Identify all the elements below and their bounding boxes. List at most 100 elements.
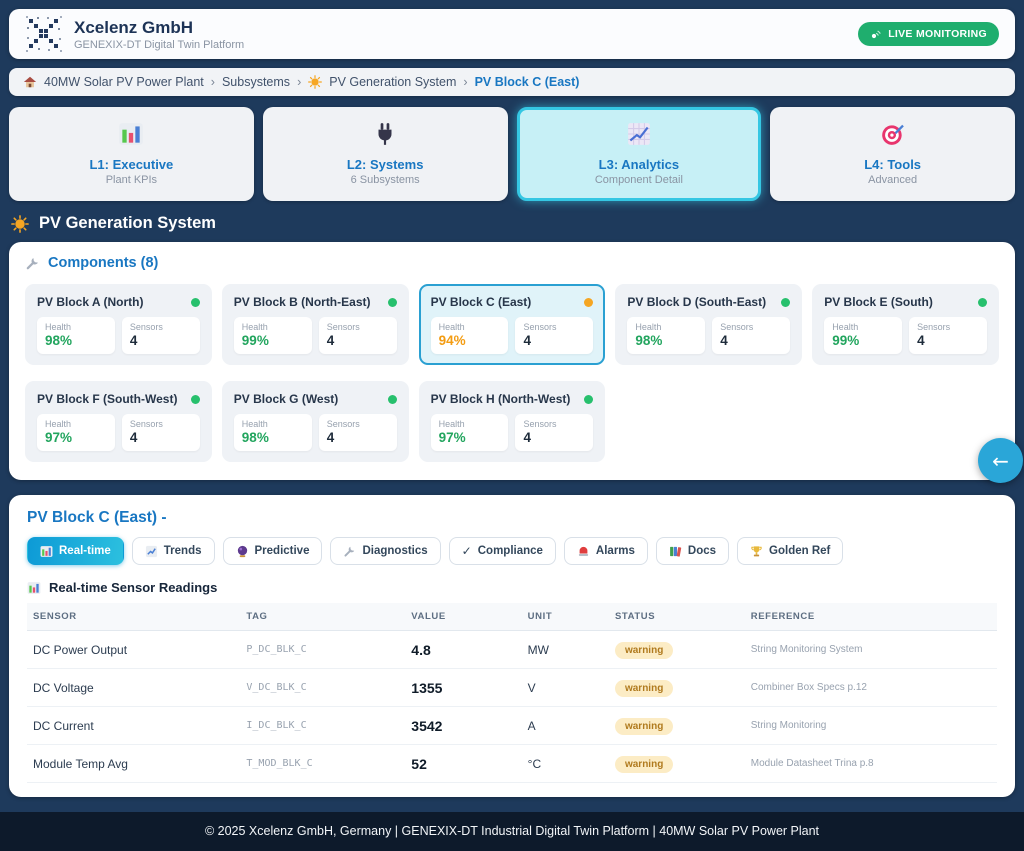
- books-icon: [670, 546, 682, 557]
- health-value: 98%: [241, 430, 269, 445]
- component-card-pv-block-h[interactable]: PV Block H (North-West) Health 97% Sensor…: [418, 381, 606, 462]
- breadcrumb-item-pv-generation[interactable]: PV Generation System: [329, 75, 456, 89]
- tab-compliance[interactable]: ✓ Compliance: [448, 537, 556, 565]
- sensor-name: DC Voltage: [27, 668, 241, 707]
- platform-subtitle: GENEXIX-DT Digital Twin Platform: [74, 38, 245, 51]
- sensors-value: 4: [720, 333, 728, 348]
- health-stat: Health 99%: [233, 317, 312, 354]
- health-label: Health: [241, 322, 268, 332]
- brand-text: Xcelenz GmbH GENEXIX-DT Digital Twin Pla…: [74, 18, 244, 51]
- status-badge: warning: [614, 680, 674, 697]
- back-button[interactable]: ←: [978, 438, 1023, 483]
- sensors-value: 4: [917, 333, 925, 348]
- sensor-readings-table: SENSOR TAG VALUE UNIT STATUS REFERENCE D…: [27, 603, 997, 783]
- plug-icon: [378, 123, 392, 145]
- health-stat: Health 99%: [824, 317, 903, 354]
- component-name: PV Block F (South-West): [37, 392, 178, 406]
- breadcrumb: 40MW Solar PV Power Plant › Subsystems ›…: [9, 68, 1015, 96]
- tab-sublabel: Plant KPIs: [105, 174, 158, 186]
- sensor-tag: V_DC_BLK_C: [240, 668, 406, 707]
- components-title: Components (8): [48, 255, 159, 271]
- sensor-tag: P_DC_BLK_C: [240, 630, 406, 669]
- tab-alarms[interactable]: Alarms: [563, 537, 648, 565]
- health-stat: Health 94%: [430, 317, 509, 354]
- tab-label: Alarms: [595, 545, 635, 557]
- tab-diagnostics[interactable]: Diagnostics: [330, 537, 441, 565]
- sensor-unit: A: [521, 706, 609, 745]
- components-title-row: Components (8): [25, 255, 999, 271]
- component-card-pv-block-f[interactable]: PV Block F (South-West) Health 97% Sensor…: [25, 381, 212, 462]
- footer: © 2025 Xcelenz GmbH, Germany | GENEXIX-D…: [0, 812, 1024, 851]
- health-value: 94%: [438, 333, 466, 348]
- tab-l4-tools[interactable]: L4: Tools Advanced: [770, 107, 1015, 201]
- company-logo-icon: [26, 16, 62, 52]
- sensor-tag: I_DC_BLK_C: [240, 706, 406, 745]
- health-label: Health: [635, 322, 662, 332]
- sensors-value: 4: [326, 430, 335, 445]
- component-card-pv-block-c[interactable]: PV Block C (East) Health 94% Sensors 4: [418, 284, 606, 365]
- level-tabs: L1: Executive Plant KPIs L2: Systems 6 S…: [9, 107, 1015, 201]
- breadcrumb-separator: ›: [210, 75, 215, 89]
- sensors-stat: Sensors 4: [318, 317, 397, 354]
- breadcrumb-item-subsystems[interactable]: Subsystems: [222, 75, 290, 89]
- bar-chart-icon: [119, 123, 144, 145]
- sensors-stat: Sensors 4: [909, 317, 987, 354]
- sensor-name: DC Power Output: [27, 630, 241, 669]
- tab-l1-executive[interactable]: L1: Executive Plant KPIs: [9, 107, 254, 201]
- component-card-pv-block-g[interactable]: PV Block G (West) Health 98% Sensors 4: [221, 381, 409, 462]
- health-label: Health: [45, 419, 72, 429]
- chart-increasing-icon: [145, 545, 157, 557]
- detail-tabs: Real-time Trends Predictive Diagnostics …: [27, 537, 997, 565]
- left-arrow-icon: ←: [992, 448, 1009, 473]
- sensors-label: Sensors: [326, 419, 360, 429]
- column-header-sensor: SENSOR: [27, 603, 241, 631]
- sensors-label: Sensors: [129, 419, 163, 429]
- tab-trends[interactable]: Trends: [131, 537, 215, 565]
- component-card-pv-block-b[interactable]: PV Block B (North-East) Health 99% Sensor…: [221, 284, 409, 365]
- sensor-tag: T_MOD_BLK_C: [240, 744, 406, 783]
- health-label: Health: [438, 419, 465, 429]
- health-stat: Health 98%: [37, 317, 115, 354]
- bar-chart-icon: [27, 581, 41, 594]
- sensor-reference: Module Datasheet Trina p.8: [744, 744, 997, 783]
- sun-icon: [308, 75, 323, 89]
- component-card-pv-block-e[interactable]: PV Block E (South) Health 99% Sensors 4: [812, 284, 999, 365]
- sensors-stat: Sensors 4: [121, 414, 200, 451]
- sensor-value: 4.8: [405, 630, 522, 669]
- component-name: PV Block A (North): [37, 295, 144, 309]
- tab-golden-ref[interactable]: Golden Ref: [737, 537, 844, 565]
- tab-label: Diagnostics: [362, 545, 428, 557]
- breadcrumb-separator: ›: [297, 75, 302, 89]
- status-dot-green: [978, 297, 987, 307]
- table-row: DC Power Output P_DC_BLK_C 4.8 MW warnin…: [27, 630, 997, 669]
- sensors-label: Sensors: [326, 322, 360, 332]
- tab-label: Compliance: [477, 545, 543, 557]
- component-name: PV Block E (South): [824, 295, 933, 309]
- section-title: PV Generation System: [39, 214, 216, 232]
- component-card-pv-block-a[interactable]: PV Block A (North) Health 98% Sensors 4: [25, 284, 212, 365]
- sensor-name: Module Temp Avg: [27, 744, 241, 783]
- breadcrumb-item-plant[interactable]: 40MW Solar PV Power Plant: [44, 75, 204, 89]
- tab-l3-analytics[interactable]: L3: Analytics Component Detail: [516, 107, 762, 201]
- tab-docs[interactable]: Docs: [655, 537, 730, 565]
- sensor-status-cell: warning: [608, 706, 745, 745]
- status-badge: warning: [614, 756, 674, 773]
- live-monitoring-label: LIVE MONITORING: [888, 28, 987, 40]
- crystal-ball-icon: [237, 545, 247, 557]
- tab-real-time[interactable]: Real-time: [27, 537, 124, 565]
- sun-icon: [11, 214, 29, 233]
- chart-increasing-icon: [628, 123, 650, 145]
- breadcrumb-item-current: PV Block C (East): [474, 75, 580, 89]
- tab-l2-systems[interactable]: L2: Systems 6 Subsystems: [262, 107, 508, 201]
- tab-label: L1: Executive: [89, 157, 174, 172]
- table-title: Real-time Sensor Readings: [49, 580, 218, 595]
- status-dot-green: [387, 394, 397, 404]
- status-dot-green: [584, 394, 594, 404]
- sensor-reference: Combiner Box Specs p.12: [744, 668, 997, 707]
- health-value: 98%: [45, 333, 73, 348]
- tab-predictive[interactable]: Predictive: [222, 537, 323, 565]
- company-name: Xcelenz GmbH: [74, 17, 194, 37]
- column-header-tag: TAG: [240, 603, 406, 631]
- sensor-value: 3542: [405, 706, 522, 745]
- component-card-pv-block-d[interactable]: PV Block D (South-East) Health 98% Sensor…: [615, 284, 803, 365]
